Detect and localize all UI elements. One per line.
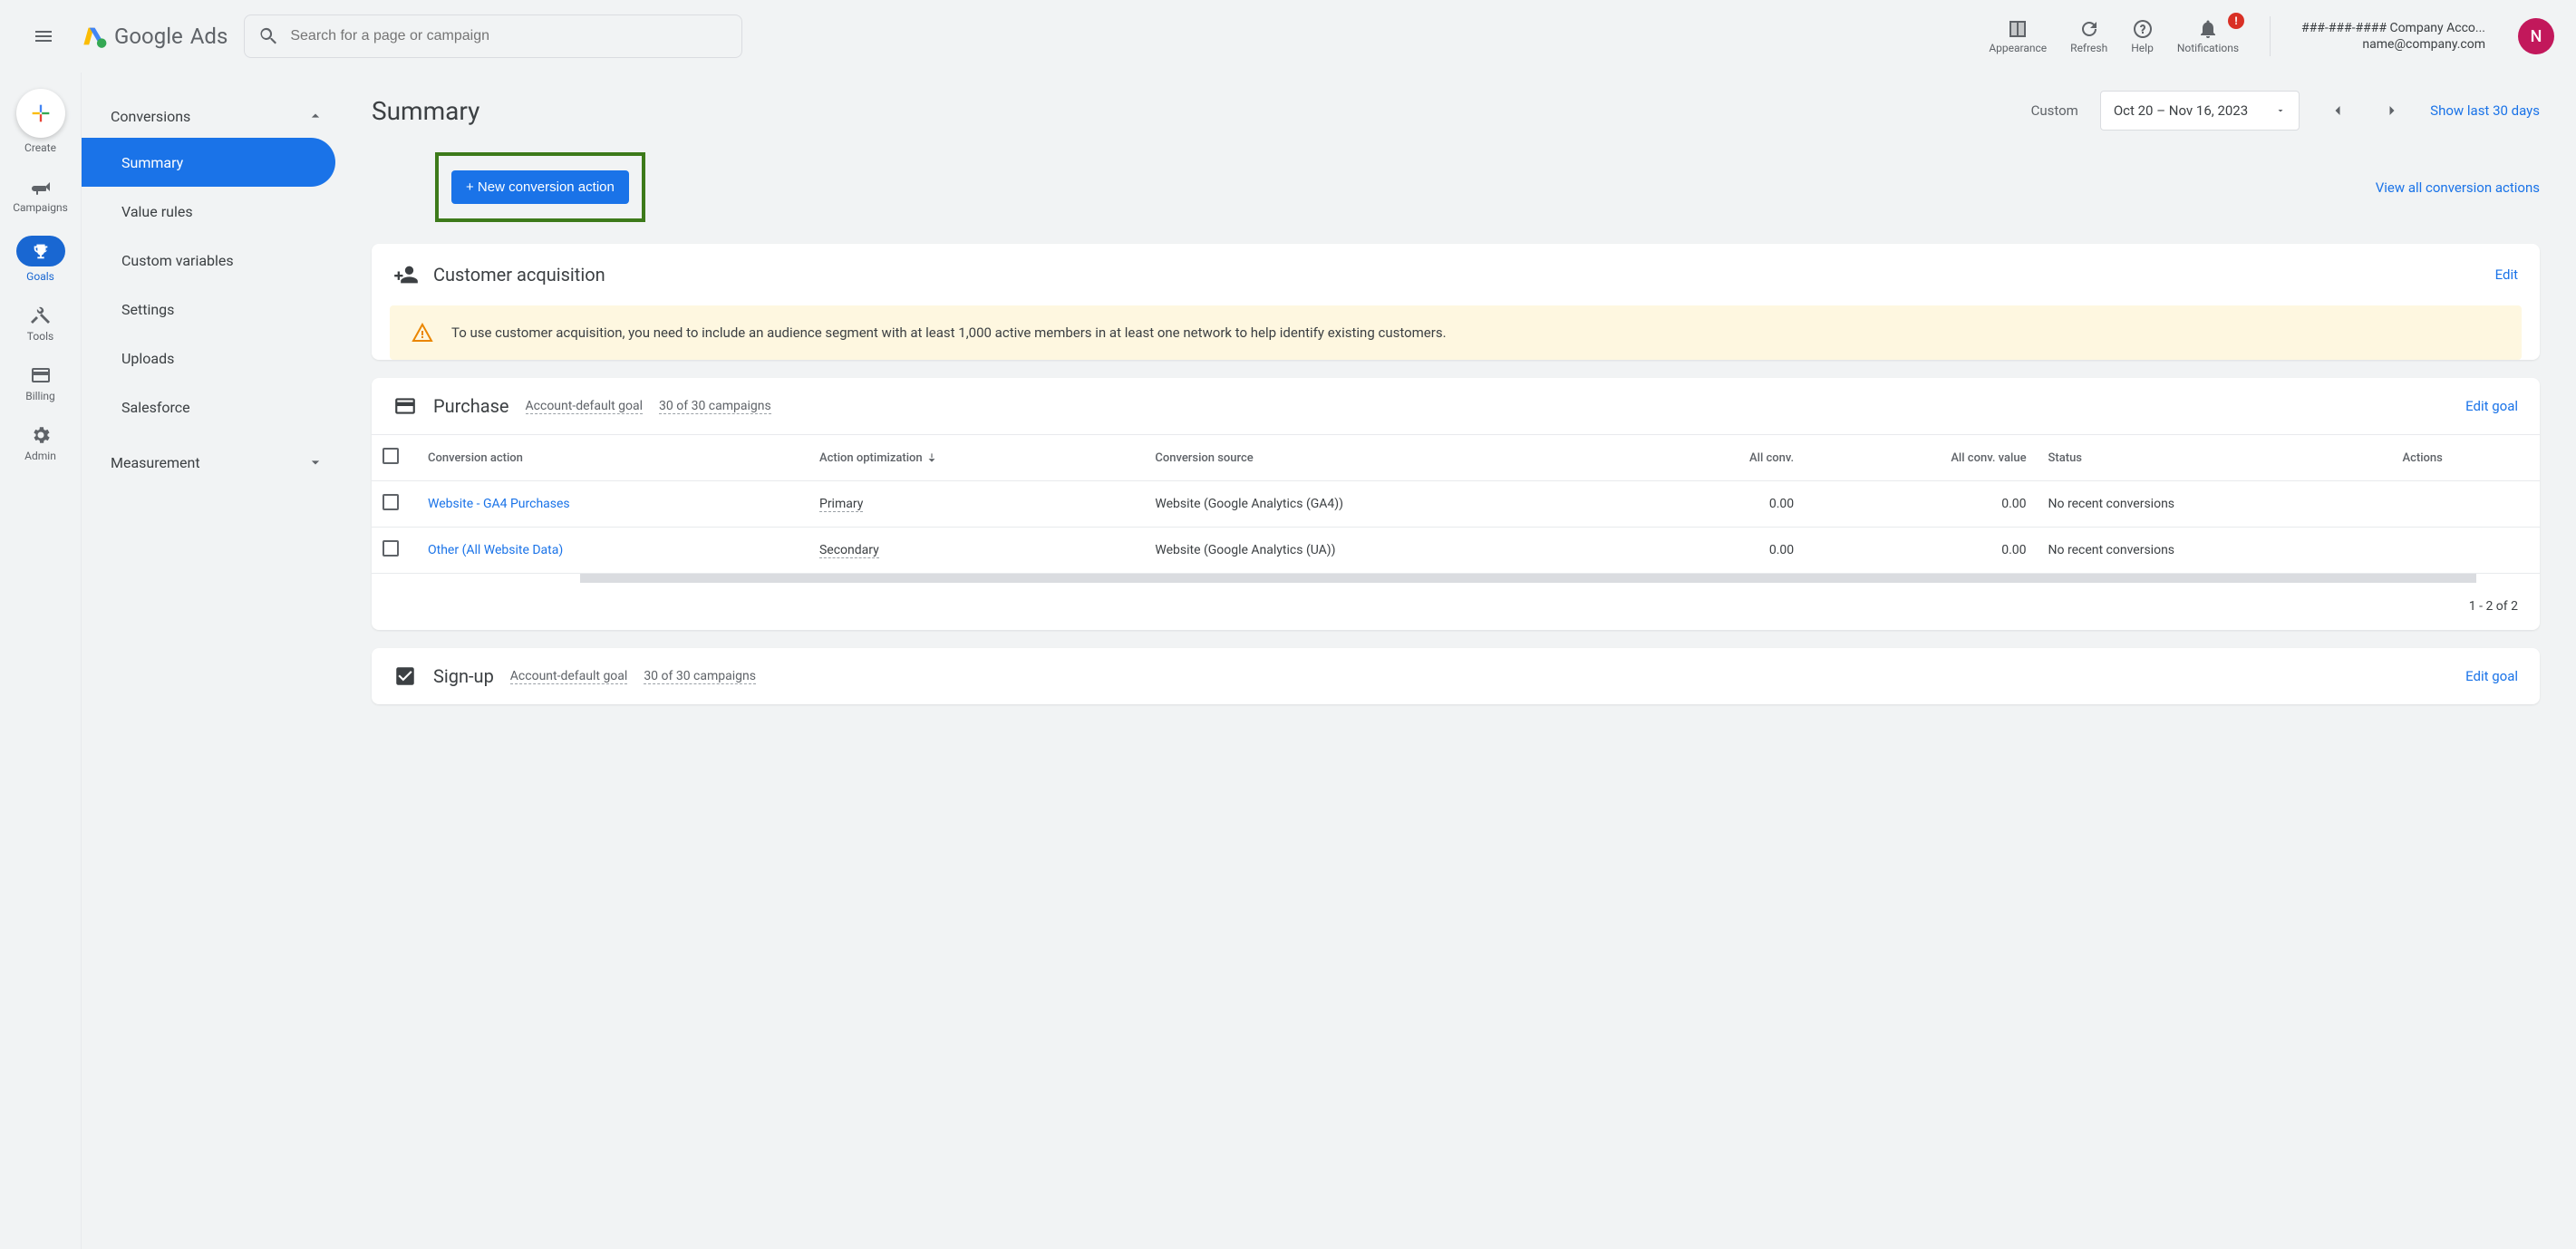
ads-logo-icon bbox=[82, 24, 107, 49]
edit-goal-link[interactable]: Edit goal bbox=[2465, 398, 2518, 414]
dropdown-icon bbox=[2275, 105, 2286, 116]
prev-period-button[interactable] bbox=[2321, 94, 2354, 127]
sidebar: Conversions Summary Value rules Custom v… bbox=[82, 73, 353, 1249]
row-checkbox[interactable] bbox=[383, 540, 399, 557]
edit-goal-link[interactable]: Edit goal bbox=[2465, 668, 2518, 684]
card-icon bbox=[393, 394, 417, 418]
date-mode-label: Custom bbox=[2031, 102, 2078, 119]
horizontal-scrollbar[interactable] bbox=[580, 574, 2476, 583]
col-conversion-source[interactable]: Conversion source bbox=[1144, 435, 1646, 481]
card-signup: Sign-up Account-default goal 30 of 30 ca… bbox=[372, 648, 2540, 704]
sidebar-item-value-rules[interactable]: Value rules bbox=[82, 187, 335, 236]
sidebar-section-measurement[interactable]: Measurement bbox=[82, 441, 353, 484]
gear-icon bbox=[30, 424, 52, 446]
new-conversion-button[interactable]: + New conversion action bbox=[451, 170, 629, 204]
card-title: Purchase bbox=[433, 395, 509, 417]
top-actions: Appearance Refresh Help ! Notifications … bbox=[1989, 16, 2554, 56]
brand-ads-text: Ads bbox=[190, 24, 228, 49]
rail-campaigns[interactable]: Campaigns bbox=[0, 170, 81, 219]
notification-badge: ! bbox=[2228, 13, 2244, 29]
divider bbox=[2270, 16, 2271, 56]
megaphone-icon bbox=[30, 176, 52, 198]
sidebar-item-summary[interactable]: Summary bbox=[82, 138, 335, 187]
bell-icon bbox=[2197, 18, 2219, 40]
help-icon bbox=[2132, 18, 2154, 40]
sort-down-icon bbox=[925, 451, 938, 464]
help-button[interactable]: Help bbox=[2131, 18, 2154, 54]
purchase-table: Conversion action Action optimization Co… bbox=[372, 435, 2540, 574]
left-rail: Create Campaigns Goals Tools Billing Adm… bbox=[0, 73, 82, 1249]
default-goal-link[interactable]: Account-default goal bbox=[526, 399, 644, 414]
search-input[interactable] bbox=[290, 28, 729, 44]
next-period-button[interactable] bbox=[2376, 94, 2408, 127]
menu-button[interactable] bbox=[22, 15, 65, 58]
page-title: Summary bbox=[372, 96, 479, 126]
card-purchase: Purchase Account-default goal 30 of 30 c… bbox=[372, 378, 2540, 630]
sidebar-item-uploads[interactable]: Uploads bbox=[82, 334, 335, 382]
highlight-box: + New conversion action bbox=[435, 152, 645, 222]
table-row[interactable]: Other (All Website Data) Secondary Websi… bbox=[372, 528, 2540, 574]
chevron-left-icon bbox=[2329, 102, 2347, 120]
main-content: Summary Custom Oct 20 – Nov 16, 2023 Sho… bbox=[353, 73, 2576, 1249]
sidebar-item-settings[interactable]: Settings bbox=[82, 285, 335, 334]
card-icon bbox=[30, 364, 52, 386]
rail-admin[interactable]: Admin bbox=[0, 419, 81, 468]
campaigns-link[interactable]: 30 of 30 campaigns bbox=[644, 669, 756, 684]
row-checkbox[interactable] bbox=[383, 494, 399, 510]
show-last-30-link[interactable]: Show last 30 days bbox=[2430, 102, 2540, 119]
default-goal-link[interactable]: Account-default goal bbox=[510, 669, 628, 684]
rail-goals[interactable]: Goals bbox=[0, 230, 81, 288]
search-box[interactable] bbox=[244, 15, 742, 58]
person-add-icon bbox=[393, 262, 419, 287]
warning-banner: To use customer acquisition, you need to… bbox=[390, 305, 2522, 360]
col-conversion-action[interactable]: Conversion action bbox=[417, 435, 809, 481]
appearance-icon bbox=[2007, 18, 2029, 40]
card-customer-acquisition: Customer acquisition Edit To use custome… bbox=[372, 244, 2540, 360]
menu-icon bbox=[33, 25, 54, 47]
chevron-right-icon bbox=[2383, 102, 2401, 120]
conversion-link[interactable]: Website - GA4 Purchases bbox=[428, 497, 570, 511]
pagination-text: 1 - 2 of 2 bbox=[372, 583, 2540, 630]
search-icon bbox=[257, 25, 279, 47]
refresh-button[interactable]: Refresh bbox=[2070, 18, 2107, 54]
date-range-picker[interactable]: Oct 20 – Nov 16, 2023 bbox=[2100, 91, 2300, 131]
appearance-button[interactable]: Appearance bbox=[1989, 18, 2047, 54]
page-header: Summary Custom Oct 20 – Nov 16, 2023 Sho… bbox=[372, 91, 2540, 131]
card-title: Sign-up bbox=[433, 665, 494, 687]
col-actions[interactable]: Actions bbox=[2391, 435, 2540, 481]
card-title: Customer acquisition bbox=[433, 264, 2481, 286]
campaigns-link[interactable]: 30 of 30 campaigns bbox=[659, 399, 771, 414]
col-action-optimization[interactable]: Action optimization bbox=[809, 435, 1144, 481]
sidebar-item-salesforce[interactable]: Salesforce bbox=[82, 382, 335, 431]
logo[interactable]: Google Ads bbox=[82, 24, 228, 49]
col-all-conv-value[interactable]: All conv. value bbox=[1805, 435, 2037, 481]
action-row: + New conversion action View all convers… bbox=[372, 152, 2540, 222]
account-info[interactable]: ###-###-#### Company Acco... name@compan… bbox=[2301, 21, 2485, 52]
refresh-icon bbox=[2078, 18, 2100, 40]
select-all-checkbox[interactable] bbox=[383, 448, 399, 464]
table-row[interactable]: Website - GA4 Purchases Primary Website … bbox=[372, 481, 2540, 528]
create-button[interactable] bbox=[16, 89, 65, 138]
notifications-button[interactable]: ! Notifications bbox=[2177, 18, 2239, 54]
view-all-link[interactable]: View all conversion actions bbox=[2376, 179, 2540, 196]
conversion-link[interactable]: Other (All Website Data) bbox=[428, 543, 563, 557]
plus-icon bbox=[28, 101, 53, 126]
chevron-up-icon bbox=[306, 107, 324, 125]
checkbox-icon bbox=[393, 664, 417, 688]
rail-create[interactable]: Create bbox=[0, 80, 81, 160]
rail-tools[interactable]: Tools bbox=[0, 299, 81, 348]
brand-google-text: Google bbox=[114, 24, 183, 49]
tools-icon bbox=[30, 305, 52, 326]
edit-link[interactable]: Edit bbox=[2495, 266, 2518, 283]
chevron-down-icon bbox=[306, 453, 324, 471]
top-bar: Google Ads Appearance Refresh Help ! Not… bbox=[0, 0, 2576, 73]
warning-icon bbox=[412, 322, 433, 344]
avatar[interactable]: N bbox=[2518, 18, 2554, 54]
col-status[interactable]: Status bbox=[2038, 435, 2392, 481]
trophy-icon bbox=[31, 241, 51, 261]
sidebar-item-custom-variables[interactable]: Custom variables bbox=[82, 236, 335, 285]
col-all-conv[interactable]: All conv. bbox=[1646, 435, 1805, 481]
rail-billing[interactable]: Billing bbox=[0, 359, 81, 408]
sidebar-section-conversions[interactable]: Conversions bbox=[82, 94, 353, 138]
